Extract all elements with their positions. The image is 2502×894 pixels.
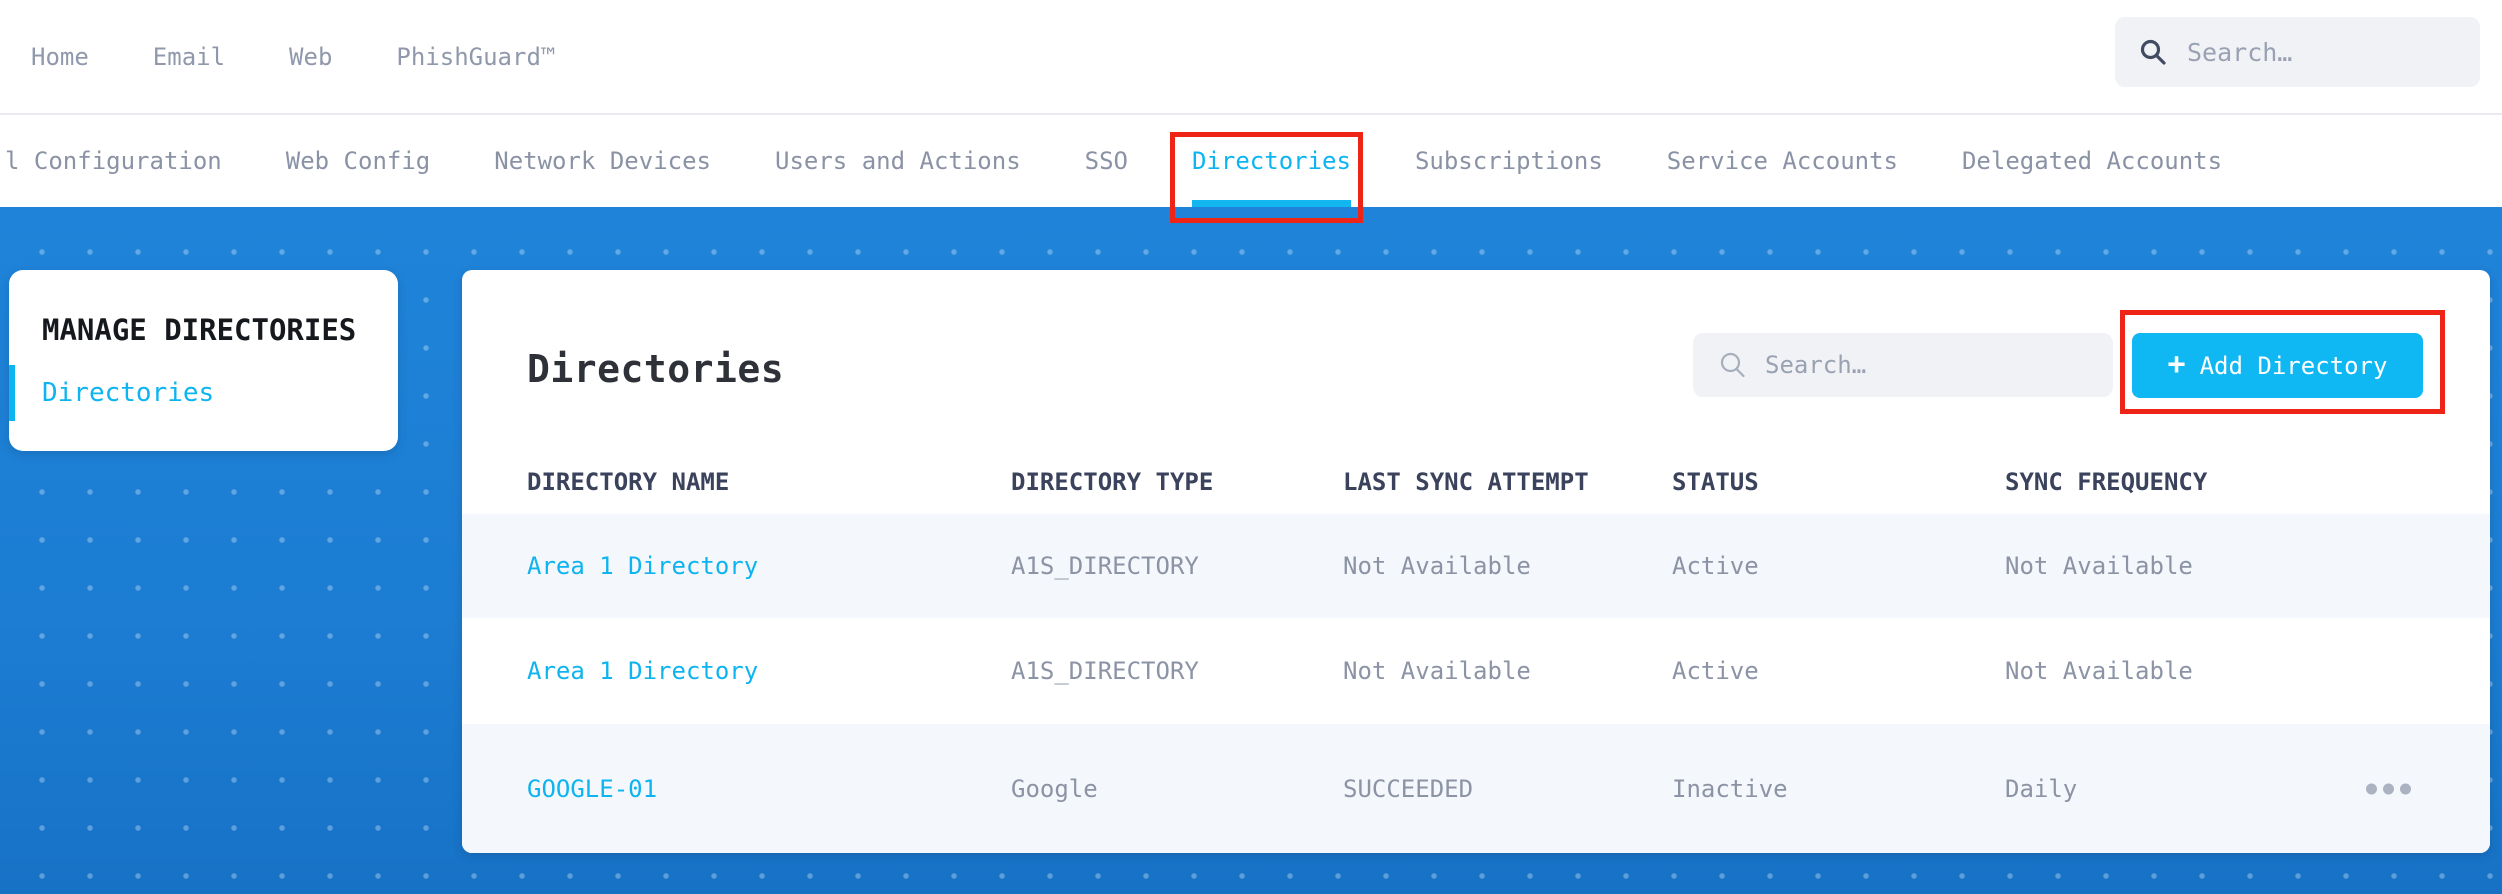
col-sync-frequency: SYNC FREQUENCY (2005, 468, 2207, 496)
settings-tab-nav: l Configuration Web Config Network Devic… (0, 115, 2502, 207)
plus-icon: + (2168, 350, 2186, 380)
active-item-indicator (9, 365, 15, 421)
directory-type: A1S_DIRECTORY (1011, 552, 1199, 580)
panel-title: Directories (527, 347, 784, 391)
last-sync-attempt: Not Available (1343, 657, 1531, 685)
directory-type: A1S_DIRECTORY (1011, 657, 1199, 685)
global-search-input[interactable] (2187, 38, 2457, 67)
tab-sso[interactable]: SSO (1085, 115, 1128, 207)
sync-frequency: Not Available (2005, 552, 2193, 580)
status: Active (1672, 657, 1759, 685)
tab-network-devices[interactable]: Network Devices (494, 115, 711, 207)
directory-name-link[interactable]: Area 1 Directory (527, 657, 758, 685)
col-directory-type: DIRECTORY TYPE (1011, 468, 1213, 496)
tab-delegated-accounts[interactable]: Delegated Accounts (1962, 115, 2222, 207)
table-header: DIRECTORY NAME DIRECTORY TYPE LAST SYNC … (462, 468, 2490, 494)
directories-panel: Directories + Add Directory DIRECTORY NA… (462, 270, 2490, 853)
directories-search-input[interactable] (1765, 351, 2065, 379)
table-row: Area 1 Directory A1S_DIRECTORY Not Avail… (462, 514, 2490, 618)
search-icon (2139, 38, 2167, 66)
card-title: MANAGE DIRECTORIES (42, 313, 356, 347)
tab-users-and-actions[interactable]: Users and Actions (775, 115, 1021, 207)
last-sync-attempt: Not Available (1343, 552, 1531, 580)
nav-phishguard[interactable]: PhishGuard™ (396, 43, 555, 71)
table-row: GOOGLE-01 Google SUCCEEDED Inactive Dail… (462, 724, 2490, 853)
tab-service-accounts[interactable]: Service Accounts (1667, 115, 1898, 207)
directory-name-link[interactable]: GOOGLE-01 (527, 775, 657, 803)
tab-subscriptions[interactable]: Subscriptions (1415, 115, 1603, 207)
nav-web[interactable]: Web (289, 43, 332, 71)
sync-frequency: Daily (2005, 775, 2077, 803)
status: Inactive (1672, 775, 1788, 803)
add-directory-label: Add Directory (2200, 352, 2388, 380)
ellipsis-menu-icon[interactable] (2360, 777, 2417, 800)
sync-frequency: Not Available (2005, 657, 2193, 685)
tab-configuration[interactable]: l Configuration (5, 115, 222, 207)
col-status: STATUS (1672, 468, 1759, 496)
search-icon (1719, 351, 1747, 379)
global-search (2115, 17, 2480, 87)
tab-directories[interactable]: Directories (1192, 115, 1351, 207)
col-last-sync-attempt: LAST SYNC ATTEMPT (1343, 468, 1589, 496)
status: Active (1672, 552, 1759, 580)
col-directory-name: DIRECTORY NAME (527, 468, 729, 496)
nav-home[interactable]: Home (31, 43, 89, 71)
add-directory-button[interactable]: + Add Directory (2132, 333, 2423, 398)
directory-type: Google (1011, 775, 1098, 803)
tab-web-config[interactable]: Web Config (286, 115, 431, 207)
nav-email[interactable]: Email (153, 43, 225, 71)
sidebar-item-directories[interactable]: Directories (42, 378, 214, 408)
last-sync-attempt: SUCCEEDED (1343, 775, 1473, 803)
page: Home Email Web PhishGuard™ l Configurati… (0, 0, 2502, 894)
directories-search (1693, 333, 2113, 397)
manage-directories-card: MANAGE DIRECTORIES Directories (9, 270, 398, 451)
table-row: Area 1 Directory A1S_DIRECTORY Not Avail… (462, 618, 2490, 724)
directory-name-link[interactable]: Area 1 Directory (527, 552, 758, 580)
